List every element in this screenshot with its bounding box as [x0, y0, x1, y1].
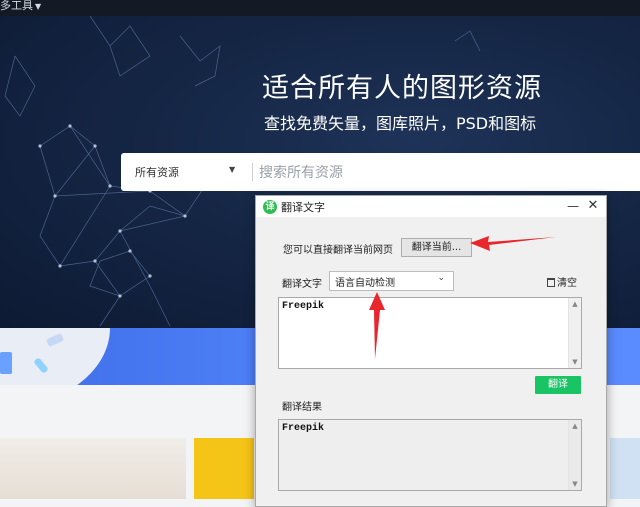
search-divider — [252, 163, 253, 181]
scroll-up-icon[interactable]: ▲ — [569, 298, 581, 310]
scroll-down-icon[interactable]: ▼ — [569, 356, 581, 368]
chevron-down-icon: ⌄ — [437, 273, 445, 283]
dialog-titlebar[interactable]: 译 翻译文字 — ✕ — [256, 196, 606, 217]
more-tools-label: 多工具 — [0, 0, 33, 12]
source-scrollbar[interactable]: ▲ ▼ — [568, 298, 581, 368]
dialog-title: 翻译文字 — [281, 201, 325, 214]
scroll-up-icon[interactable]: ▲ — [569, 420, 581, 432]
language-select-value: 语言自动检测 — [335, 278, 395, 289]
language-select[interactable]: 语言自动检测 ⌄ — [329, 271, 454, 291]
resource-card[interactable] — [194, 438, 254, 499]
hero-title: 适合所有人的图形资源 — [262, 73, 542, 104]
top-navbar: 多工具 ▼ — [0, 0, 640, 16]
result-label: 翻译结果 — [282, 402, 322, 413]
result-textarea[interactable]: Freepik ▲ ▼ — [278, 419, 582, 491]
translate-logo-icon: 译 — [263, 200, 277, 214]
close-icon[interactable]: ✕ — [586, 197, 600, 215]
resource-type-select[interactable]: 所有资源 — [135, 164, 179, 180]
source-text-label: 翻译文字 — [282, 279, 322, 290]
translate-page-hint: 您可以直接翻译当前网页 — [283, 245, 393, 256]
decorative-shape — [0, 352, 12, 374]
caret-down-icon[interactable]: ▼ — [229, 165, 235, 174]
search-bar: 所有资源 ▼ — [121, 153, 640, 191]
more-tools-menu[interactable]: 多工具 ▼ — [0, 0, 41, 13]
result-scrollbar[interactable]: ▲ ▼ — [568, 420, 581, 490]
source-text: Freepik — [282, 301, 325, 312]
search-input[interactable] — [257, 159, 631, 187]
translate-button[interactable]: 翻译 — [535, 376, 581, 394]
clear-label: 清空 — [557, 278, 577, 289]
source-textarea[interactable]: Freepik ▲ ▼ — [278, 297, 582, 369]
trash-icon — [547, 278, 555, 287]
minimize-icon[interactable]: — — [566, 197, 580, 215]
clear-button[interactable]: 清空 — [547, 274, 577, 289]
translate-dialog: 译 翻译文字 — ✕ 您可以直接翻译当前网页 翻译当前... 翻译文字 语言自动… — [255, 195, 607, 507]
resource-card[interactable] — [610, 438, 640, 499]
hero-subtitle: 查找免费矢量，图库照片，PSD和图标 — [264, 114, 537, 133]
caret-down-icon: ▼ — [35, 2, 42, 11]
result-text: Freepik — [282, 423, 325, 434]
translate-page-button[interactable]: 翻译当前... — [401, 238, 472, 257]
resource-card[interactable] — [0, 438, 186, 499]
scroll-down-icon[interactable]: ▼ — [569, 478, 581, 490]
